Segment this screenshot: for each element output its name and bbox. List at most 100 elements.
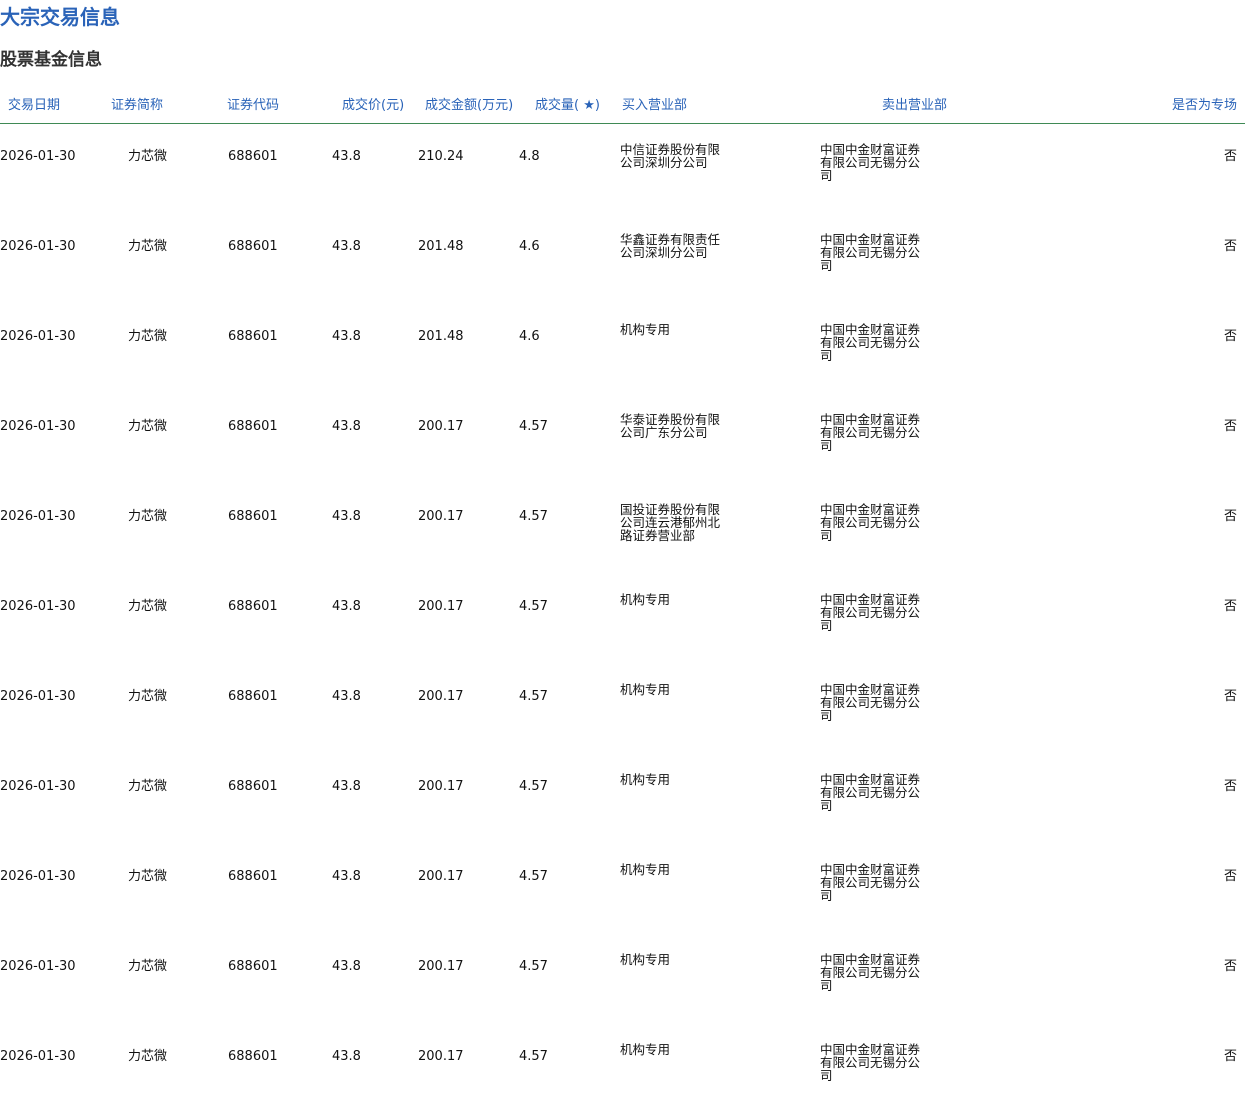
cell-buyer-branch: 机构专用 [620,592,671,607]
cell-special-session: 否 [1223,959,1237,974]
cell-price: 43.8 [332,689,361,704]
cell-security-name: 力芯微 [128,329,168,344]
cell-amount: 200.17 [418,959,464,974]
cell-security-code: 688601 [228,509,278,524]
cell-buyer-branch: 中信证券股份有限公司深圳分公司 [620,142,721,170]
header-seller-branch[interactable]: 卖出营业部 [882,97,947,115]
cell-amount: 201.48 [418,329,464,344]
cell-amount: 200.17 [418,689,464,704]
cell-amount: 201.48 [418,239,464,254]
cell-price: 43.8 [332,329,361,344]
cell-trade-date: 2026-01-30 [0,959,76,974]
cell-price: 43.8 [332,509,361,524]
cell-trade-date: 2026-01-30 [0,689,76,704]
cell-volume: 4.57 [519,779,548,794]
cell-seller-branch: 中国中金财富证券有限公司无锡分公司 [820,772,921,813]
cell-trade-date: 2026-01-30 [0,599,76,614]
table-row: 2026-01-30 力芯微 688601 43.8 200.17 4.57 机构专用 中国中… [0,1018,1245,1108]
cell-price: 43.8 [332,419,361,434]
cell-amount: 200.17 [418,869,464,884]
cell-special-session: 否 [1223,779,1237,794]
cell-security-code: 688601 [228,599,278,614]
cell-seller-branch: 中国中金财富证券有限公司无锡分公司 [820,862,921,903]
cell-seller-branch: 中国中金财富证券有限公司无锡分公司 [820,142,921,183]
cell-amount: 210.24 [418,149,464,164]
cell-special-session: 否 [1223,329,1237,344]
header-security-code[interactable]: 证券代码 [227,97,279,115]
cell-special-session: 否 [1223,239,1237,254]
cell-security-code: 688601 [228,869,278,884]
cell-volume: 4.8 [519,149,540,164]
cell-security-code: 688601 [228,779,278,794]
cell-volume: 4.57 [519,959,548,974]
cell-special-session: 否 [1223,509,1237,524]
cell-buyer-branch: 机构专用 [620,1042,671,1057]
table-row: 2026-01-30 力芯微 688601 43.8 201.48 4.6 机构专用 中国中金… [0,298,1245,388]
cell-buyer-branch: 机构专用 [620,952,671,967]
cell-trade-date: 2026-01-30 [0,239,76,254]
table-row: 2026-01-30 力芯微 688601 43.8 200.17 4.57 机构专用 中国中… [0,928,1245,1018]
cell-price: 43.8 [332,959,361,974]
cell-seller-branch: 中国中金财富证券有限公司无锡分公司 [820,592,921,633]
cell-volume: 4.57 [519,509,548,524]
cell-security-name: 力芯微 [128,509,168,524]
cell-security-code: 688601 [228,959,278,974]
cell-volume: 4.57 [519,869,548,884]
cell-security-code: 688601 [228,239,278,254]
cell-amount: 200.17 [418,599,464,614]
cell-trade-date: 2026-01-30 [0,509,76,524]
cell-special-session: 否 [1223,419,1237,434]
cell-volume: 4.57 [519,419,548,434]
cell-trade-date: 2026-01-30 [0,419,76,434]
cell-buyer-branch: 机构专用 [620,682,671,697]
cell-buyer-branch: 华鑫证券有限责任公司深圳分公司 [620,232,721,260]
table-row: 2026-01-30 力芯微 688601 43.8 200.17 4.57 机构专用 中国中… [0,568,1245,658]
cell-seller-branch: 中国中金财富证券有限公司无锡分公司 [820,322,921,363]
cell-volume: 4.57 [519,599,548,614]
cell-amount: 200.17 [418,419,464,434]
table-row: 2026-01-30 力芯微 688601 43.8 210.24 4.8 中信证券股份有限… [0,118,1245,208]
cell-price: 43.8 [332,779,361,794]
cell-special-session: 否 [1223,149,1237,164]
header-price[interactable]: 成交价(元) [342,97,404,115]
cell-trade-date: 2026-01-30 [0,149,76,164]
cell-security-code: 688601 [228,419,278,434]
cell-volume: 4.57 [519,1049,548,1064]
cell-security-code: 688601 [228,329,278,344]
table-row: 2026-01-30 力芯微 688601 43.8 201.48 4.6 华鑫证券有限责任… [0,208,1245,298]
cell-seller-branch: 中国中金财富证券有限公司无锡分公司 [820,682,921,723]
table-row: 2026-01-30 力芯微 688601 43.8 200.17 4.57 机构专用 中国中… [0,658,1245,748]
section-title: 股票基金信息 [0,50,102,70]
header-trade-date[interactable]: 交易日期 [8,97,60,115]
header-buyer-branch[interactable]: 买入营业部 [622,97,687,115]
header-amount[interactable]: 成交金额(万元) [425,97,513,115]
table-row: 2026-01-30 力芯微 688601 43.8 200.17 4.57 机构专用 中国中… [0,748,1245,838]
header-volume[interactable]: 成交量( ★) [535,97,600,115]
header-special-session[interactable]: 是否为专场 [1172,97,1237,115]
cell-security-code: 688601 [228,1049,278,1064]
cell-buyer-branch: 华泰证券股份有限公司广东分公司 [620,412,721,440]
header-security-name[interactable]: 证券简称 [111,97,163,115]
cell-security-name: 力芯微 [128,689,168,704]
cell-seller-branch: 中国中金财富证券有限公司无锡分公司 [820,412,921,453]
cell-buyer-branch: 国投证券股份有限公司连云港郁州北路证券营业部 [620,502,721,543]
cell-trade-date: 2026-01-30 [0,1049,76,1064]
cell-trade-date: 2026-01-30 [0,329,76,344]
cell-seller-branch: 中国中金财富证券有限公司无锡分公司 [820,952,921,993]
cell-trade-date: 2026-01-30 [0,779,76,794]
cell-security-code: 688601 [228,689,278,704]
cell-security-name: 力芯微 [128,869,168,884]
cell-trade-date: 2026-01-30 [0,869,76,884]
page-title: 大宗交易信息 [0,5,120,29]
cell-amount: 200.17 [418,779,464,794]
cell-seller-branch: 中国中金财富证券有限公司无锡分公司 [820,502,921,543]
cell-security-name: 力芯微 [128,419,168,434]
cell-security-name: 力芯微 [128,149,168,164]
cell-amount: 200.17 [418,509,464,524]
cell-price: 43.8 [332,869,361,884]
cell-price: 43.8 [332,239,361,254]
table-row: 2026-01-30 力芯微 688601 43.8 200.17 4.57 机构专用 中国中… [0,838,1245,928]
cell-price: 43.8 [332,149,361,164]
table-row: 2026-01-30 力芯微 688601 43.8 200.17 4.57 华泰证券股份有… [0,388,1245,478]
cell-special-session: 否 [1223,1049,1237,1064]
